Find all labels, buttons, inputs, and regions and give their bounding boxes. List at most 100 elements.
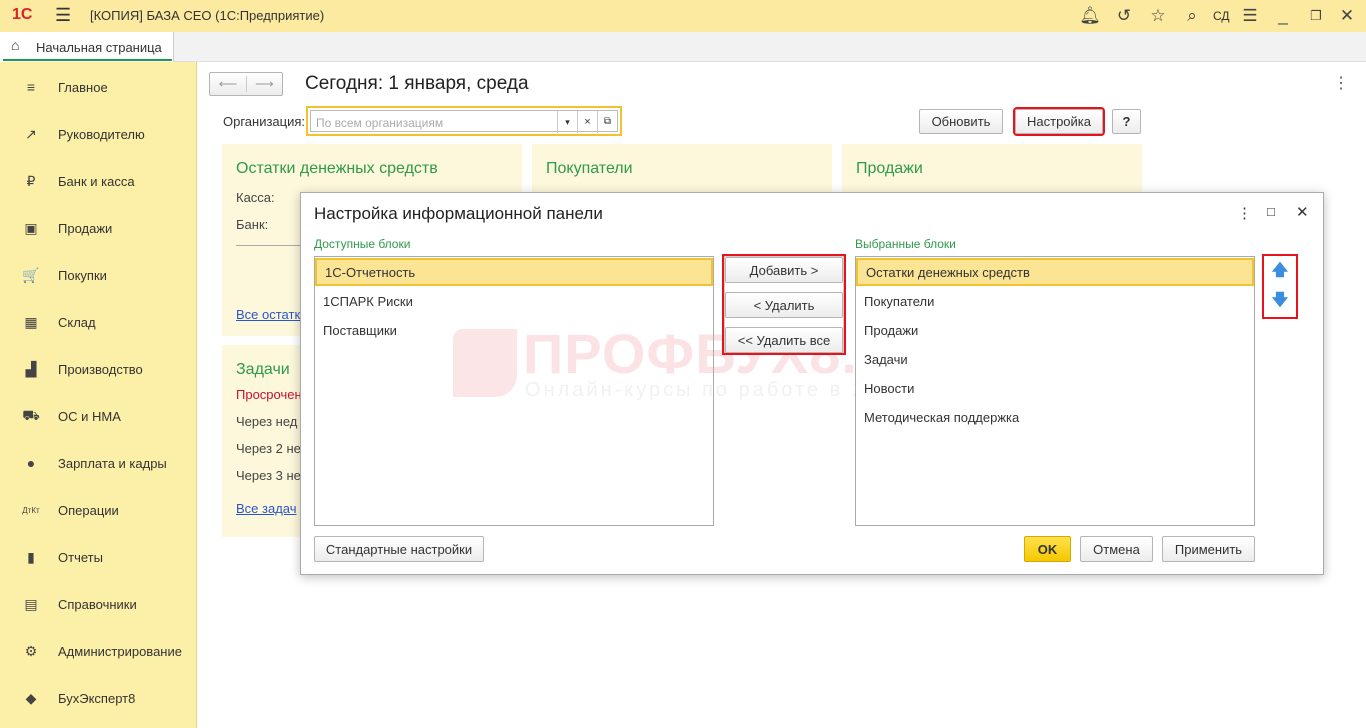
clear-icon[interactable]: × [577, 111, 597, 133]
sidebar-item-label: Главное [58, 79, 108, 95]
minimize-icon[interactable]: _ [1272, 6, 1294, 26]
bank-label: Банк: [236, 217, 269, 232]
sidebar-item-label: Справочники [58, 596, 137, 612]
sidebar-item[interactable]: ▣ Продажи [0, 208, 196, 248]
list-item[interactable]: Остатки денежных средств [856, 258, 1254, 286]
two-weeks-row[interactable]: Через 2 не [236, 441, 301, 456]
list-item[interactable]: 1С-Отчетность [315, 258, 713, 286]
1c-logo: 1С [12, 6, 33, 23]
back-button[interactable]: ⟵ [210, 76, 246, 92]
list-item[interactable]: Методическая поддержка [856, 403, 1254, 431]
sidebar-icon: ↗ [25, 125, 37, 142]
list-item[interactable]: Поставщики [315, 316, 713, 344]
sidebar-icon: 🛒 [22, 266, 40, 283]
sidebar-icon: ▟ [25, 360, 37, 377]
sidebar-icon: ▣ [24, 219, 38, 236]
order-buttons: 🡅 🡇 [1262, 254, 1298, 319]
history-icon[interactable]: ↺ [1113, 6, 1135, 26]
tab-label: Начальная страница [36, 40, 162, 55]
list-item[interactable]: Продажи [856, 316, 1254, 344]
apply-button[interactable]: Применить [1162, 536, 1255, 562]
page-title: Сегодня: 1 января, среда [305, 73, 529, 94]
tab-home[interactable]: ⌂ Начальная страница [0, 32, 174, 62]
sidebar-item[interactable]: ● Зарплата и кадры [0, 443, 196, 483]
sidebar-item[interactable]: ▦ Склад [0, 302, 196, 342]
list-item[interactable]: 1СПАРК Риски [315, 287, 713, 315]
default-settings-button[interactable]: Стандартные настройки [314, 536, 484, 562]
search-icon[interactable]: ⌕ [1181, 6, 1203, 26]
title-bar: 1С ☰ [КОПИЯ] БАЗА СЕО (1С:Предприятие) 🔔… [0, 0, 1366, 32]
sidebar-item[interactable]: ▮ Отчеты [0, 537, 196, 577]
org-input[interactable]: По всем организациям [316, 116, 443, 130]
sidebar-item-label: Администрирование [58, 643, 182, 659]
cancel-button[interactable]: Отмена [1080, 536, 1153, 562]
settings-dialog: Настройка информационной панели ⋮ □ ✕ ПР… [300, 192, 1324, 575]
settings-button[interactable]: Настройка [1013, 107, 1105, 136]
notifications-icon[interactable]: 🔔︎ [1079, 6, 1101, 26]
add-button[interactable]: Добавить > [725, 257, 843, 283]
list-item[interactable]: Задачи [856, 345, 1254, 373]
all-balances-link[interactable]: Все остатк [236, 307, 300, 322]
settings-menu-icon[interactable]: ☰ [1239, 6, 1261, 26]
sidebar-item-label: Операции [58, 502, 119, 518]
sidebar-item-label: Производство [58, 361, 143, 377]
sidebar-item[interactable]: 🛒 Покупки [0, 255, 196, 295]
dialog-more-icon[interactable]: ⋮ [1237, 204, 1252, 222]
three-weeks-row[interactable]: Через 3 не [236, 468, 301, 483]
sidebar-item-label: Склад [58, 314, 96, 330]
user-initials[interactable]: СД [1213, 9, 1230, 23]
favorites-icon[interactable]: ☆ [1147, 6, 1169, 26]
sidebar-icon: ₽ [26, 172, 36, 189]
sidebar-item-label: Покупки [58, 267, 107, 283]
sidebar-item-label: Зарплата и кадры [58, 455, 167, 471]
sidebar-item[interactable]: ≡ Главное [0, 67, 196, 107]
sidebar-item-label: Продажи [58, 220, 113, 236]
help-button[interactable]: ? [1112, 109, 1141, 134]
list-item[interactable]: Новости [856, 374, 1254, 402]
maximize-icon[interactable]: □ [1267, 204, 1275, 219]
org-label: Организация: [223, 114, 306, 129]
available-list[interactable]: 1С-Отчетность 1СПАРК Риски Поставщики [314, 256, 714, 526]
sidebar-icon: ⛟ [22, 406, 40, 423]
more-icon[interactable]: ⋮ [1333, 73, 1349, 93]
week-row[interactable]: Через нед [236, 414, 297, 429]
panel-title: Продажи [856, 160, 923, 177]
open-icon[interactable]: ⧉ [597, 111, 617, 133]
sidebar-item[interactable]: ▟ Производство [0, 349, 196, 389]
sidebar-icon: ⚙ [24, 642, 38, 659]
selected-label: Выбранные блоки [855, 237, 956, 251]
overdue-link[interactable]: Просрочен [236, 387, 302, 402]
home-icon: ⌂ [11, 37, 20, 53]
window-title: [КОПИЯ] БАЗА СЕО (1С:Предприятие) [90, 8, 325, 23]
nav-buttons: ⟵ ⟶ [209, 72, 283, 96]
forward-button[interactable]: ⟶ [245, 76, 282, 92]
all-tasks-link[interactable]: Все задач [236, 501, 297, 516]
move-down-icon[interactable]: 🡇 [1267, 289, 1293, 313]
dialog-close-icon[interactable]: ✕ [1296, 203, 1309, 221]
sidebar-item[interactable]: ⛟ ОС и НМА [0, 396, 196, 436]
sidebar-item[interactable]: ◆ БухЭксперт8 [0, 678, 196, 718]
restore-icon[interactable]: ❐ [1305, 8, 1327, 24]
available-label: Доступные блоки [314, 237, 411, 251]
close-icon[interactable]: ✕ [1336, 6, 1358, 26]
ok-button[interactable]: OK [1024, 536, 1071, 562]
list-item[interactable]: Покупатели [856, 287, 1254, 315]
sidebar-item[interactable]: ▤ Справочники [0, 584, 196, 624]
sidebar-icon: ● [26, 455, 36, 471]
sidebar-item[interactable]: ↗ Руководителю [0, 114, 196, 154]
move-up-icon[interactable]: 🡅 [1267, 259, 1293, 283]
sidebar-icon: ▮ [27, 548, 35, 565]
sidebar-icon: ДтКт [22, 505, 40, 515]
sidebar-item[interactable]: ДтКт Операции [0, 490, 196, 530]
refresh-button[interactable]: Обновить [919, 109, 1003, 134]
org-field[interactable]: По всем организациям ▾ × ⧉ [306, 106, 622, 136]
remove-button[interactable]: < Удалить [725, 292, 843, 318]
menu-icon[interactable]: ☰ [55, 5, 71, 26]
dropdown-icon[interactable]: ▾ [557, 111, 577, 133]
sidebar-item[interactable]: ₽ Банк и касса [0, 161, 196, 201]
buyers-panel: Покупатели [532, 144, 832, 194]
selected-list[interactable]: Остатки денежных средств Покупатели Продаж… [855, 256, 1255, 526]
dialog-title: Настройка информационной панели [314, 204, 603, 223]
remove-all-button[interactable]: << Удалить все [725, 327, 843, 353]
sidebar-item[interactable]: ⚙ Администрирование [0, 631, 196, 671]
